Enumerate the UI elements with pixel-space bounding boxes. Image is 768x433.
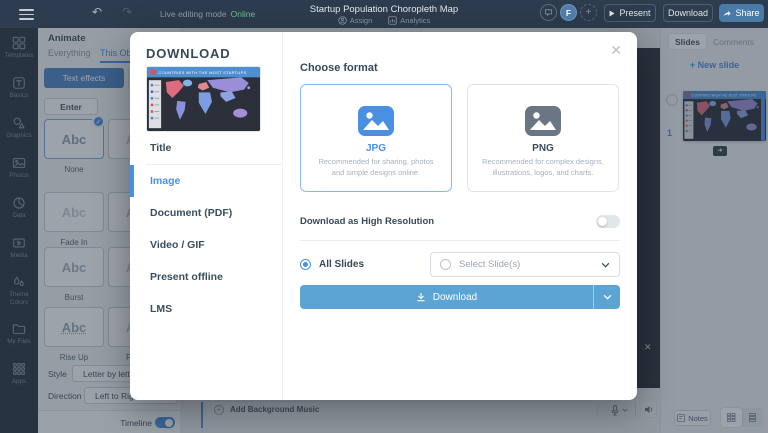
menu-item-video-gif[interactable]: Video / GIF — [130, 229, 282, 261]
download-button-main[interactable]: Download — [300, 285, 594, 309]
present-button[interactable]: Present — [604, 4, 656, 22]
download-options-caret[interactable] — [594, 285, 620, 309]
all-slides-label: All Slides — [319, 259, 364, 270]
format-description: Recommended for complex designs, illustr… — [468, 157, 618, 178]
comments-icon[interactable] — [540, 4, 557, 21]
assign-button[interactable]: Assign — [338, 16, 373, 25]
download-format-menu: Title Image Document (PDF) Video / GIF P… — [130, 132, 282, 325]
download-modal: DOWNLOAD Title Image Document (PDF) Vide… — [130, 32, 637, 400]
topbar-download-button[interactable]: Download — [663, 4, 713, 22]
modal-title: DOWNLOAD — [146, 46, 230, 61]
share-icon — [723, 9, 731, 17]
choose-format-heading: Choose format — [300, 62, 378, 74]
share-button[interactable]: Share — [719, 4, 764, 22]
high-resolution-label: Download as High Resolution — [300, 216, 434, 227]
select-slides-label: Select Slide(s) — [459, 259, 593, 270]
format-card-png[interactable]: PNG Recommended for complex designs, ill… — [467, 84, 619, 192]
analytics-icon — [388, 16, 397, 25]
chevron-down-icon — [603, 294, 612, 300]
chevron-down-icon — [601, 262, 610, 268]
play-icon — [609, 10, 615, 17]
assign-icon — [338, 16, 347, 25]
menu-item-title[interactable]: Title — [130, 132, 282, 164]
format-name: PNG — [532, 143, 554, 154]
project-thumbnail — [146, 66, 261, 132]
download-icon — [416, 292, 426, 302]
modal-download-button[interactable]: Download — [300, 285, 620, 309]
avatar[interactable]: F — [560, 4, 577, 21]
format-description: Recommended for sharing, photos and simp… — [301, 157, 451, 178]
select-slides-radio[interactable] — [440, 259, 451, 270]
all-slides-radio[interactable] — [300, 259, 311, 270]
select-slides-dropdown[interactable]: Select Slide(s) — [430, 252, 620, 277]
download-modal-sidebar: DOWNLOAD Title Image Document (PDF) Vide… — [130, 32, 283, 400]
topbar: ↶ ↷ Live editing modeOnline Startup Popu… — [0, 0, 768, 28]
image-icon — [358, 106, 394, 136]
format-card-jpg[interactable]: JPG Recommended for sharing, photos and … — [300, 84, 452, 192]
menu-item-present-offline[interactable]: Present offline — [130, 261, 282, 293]
app-root: COUNTRIES WITH THE MOST STARTUPS ↶ ↷ Liv… — [0, 0, 768, 433]
menu-item-document-pdf[interactable]: Document (PDF) — [130, 197, 282, 229]
menu-item-image[interactable]: Image — [130, 165, 282, 197]
analytics-button[interactable]: Analytics — [388, 16, 430, 25]
close-icon[interactable]: ✕ — [610, 43, 622, 57]
add-collaborator-button[interactable]: + — [580, 4, 597, 21]
modal-divider — [300, 240, 620, 241]
menu-item-lms[interactable]: LMS — [130, 293, 282, 325]
format-name: JPG — [366, 143, 386, 154]
image-icon — [525, 106, 561, 136]
high-resolution-toggle[interactable] — [596, 215, 620, 228]
